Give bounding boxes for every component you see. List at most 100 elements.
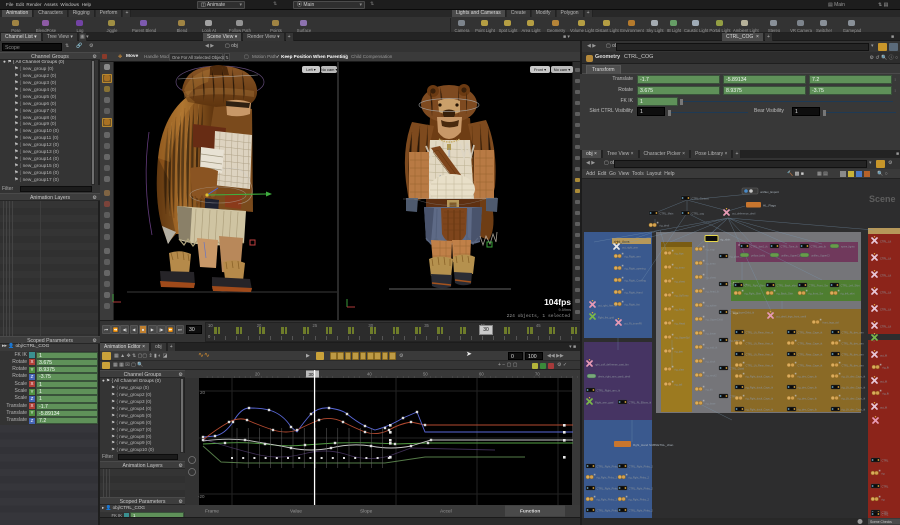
svg-text:CTRL_Left_Skirt: CTRL_Left_Skirt [841,284,860,288]
svg-text:rig_Rght_dock_Caps_ik: rig_Rght_dock_Caps_ik [746,375,774,379]
svg-text:Slope: Slope [360,509,373,515]
svg-text:rig_Rght_Pinky_1: rig_Rght_Pinky_1 [597,476,618,480]
svg-text:rig_Right_fist: rig_Right_fist [625,303,640,307]
svg-text:CTRL_Context: CTRL_Context [692,197,709,201]
svg-text:60: 60 [479,372,484,377]
svg-text:CTRL_Rght_Skirt: CTRL_Rght_Skirt [745,284,766,288]
svg-text:CTRL_cog: CTRL_cog [692,212,705,216]
svg-text:rig_Right_Hand: rig_Right_Hand [625,291,644,295]
svg-text:rig_front_Sw: rig_front_Sw [809,292,824,296]
svg-text:CTRL_Front_Sw: CTRL_Front_Sw [809,284,828,288]
svg-text:rig_Rght_Pinky_2: rig_Rght_Pinky_2 [629,498,650,502]
svg-text:rig_Lft_dev_Caps_ik: rig_Lft_dev_Caps_ik [842,397,866,401]
svg-text:CTRL_Lft_Rear_Arm_ik: CTRL_Lft_Rear_Arm_ik [746,342,774,346]
svg-text:CTRL_Lft: CTRL_Lft [880,240,891,244]
svg-text:rig_Right_opening: rig_Right_opening [625,267,647,271]
svg-text:Right_arm_goal: Right_arm_goal [595,401,614,405]
svg-text:rig_Head: rig_Head [675,322,686,326]
svg-text:Scene Checks: Scene Checks [870,520,892,524]
svg-text:CTRL_Rt_dev_arm: CTRL_Rt_dev_arm [842,353,864,357]
svg-text:CTRL_Lft: CTRL_Lft [880,308,891,312]
svg-text:out_lft: out_lft [880,354,887,358]
svg-text:rig_lower: rig_lower [706,332,717,336]
svg-text:CTRL_Rt_dev_arm: CTRL_Rt_dev_arm [842,342,864,346]
svg-text:40: 40 [367,372,372,377]
svg-text:spine_lignts: spine_lignts [841,245,855,249]
svg-text:rig_dock: rig_dock [706,360,717,364]
svg-text:rig_left_skirt: rig_left_skirt [841,292,855,296]
svg-text:rig_Back_Skirt: rig_Back_Skirt [777,292,794,296]
svg-text:rig_lft: rig_lft [883,366,890,370]
svg-text:CTRL_UpperChild_ik: CTRL_UpperChild_ik [730,311,755,315]
svg-text:yellow_belly: yellow_belly [751,254,766,258]
svg-text:CTRL_Lft_Rear_Arm_ik: CTRL_Lft_Rear_Arm_ik [746,331,774,335]
svg-text:CTRL_Lft: CTRL_Lft [880,291,891,295]
svg-text:CTRL_Lft: CTRL_Lft [880,274,891,278]
svg-text:HL_Flags: HL_Flags [763,204,776,208]
svg-text:rig_Rght_dock_Caps_ik: rig_Rght_dock_Caps_ik [746,386,774,390]
svg-text:out_lft: out_lft [880,380,887,384]
svg-text:CTRL: CTRL [882,459,889,463]
svg-text:Function: Function [520,509,540,515]
svg-text:CTRL_Main: CTRL_Main [660,212,674,216]
svg-text:CTRL_lantJ_ik: CTRL_lantJ_ik [751,245,769,249]
svg-text:20: 20 [255,372,260,377]
svg-text:rig_UpTorso: rig_UpTorso [675,294,690,298]
svg-text:rig_Lft_dev_Caps_ik: rig_Lft_dev_Caps_ik [842,386,866,390]
svg-text:rig_Rght_dock_Caps_ik: rig_Rght_dock_Caps_ik [746,397,774,401]
svg-text:CTRL_Right_arm_ik: CTRL_Right_arm_ik [597,389,621,393]
svg-text:rig_dev_Caps_ik: rig_dev_Caps_ik [798,375,818,379]
svg-text:rig_Lft_dev_Caps_ik: rig_Lft_dev_Caps_ik [842,375,866,379]
svg-text:rig_torso: rig_torso [675,266,686,270]
svg-text:Rght_Hand SUBNETGL_chan: Rght_Hand SUBNETGL_chan [633,443,674,447]
svg-text:rig_Right_arm: rig_Right_arm [625,255,641,259]
svg-text:rig_Rght_dock_Caps_ik: rig_Rght_dock_Caps_ik [746,408,774,412]
svg-text:CTRL_Lft: CTRL_Lft [880,257,891,261]
svg-text:Scene: Scene [869,194,896,204]
svg-text:rig_base: rig_base [706,402,717,406]
svg-text:rig_Lft_dev_Caps_ik: rig_Lft_dev_Caps_ik [842,408,866,412]
svg-text:uniflex_UpperCl: uniflex_UpperCl [811,254,830,258]
svg-text:rig_dev_Caps_ik: rig_dev_Caps_ik [798,408,818,412]
svg-text:rig_neck2: rig_neck2 [706,374,718,378]
svg-text:rig_UpperChild: rig_UpperChild [706,318,724,322]
svg-text:out_right_arm: out_right_arm [622,246,638,250]
svg-text:CTRL_Rght_Pinky_1: CTRL_Rght_Pinky_1 [597,465,622,469]
svg-text:rig_hips: rig_hips [675,252,685,256]
svg-text:Frame: Frame [205,509,219,515]
svg-text:CTRL_Rght_Pinky_2: CTRL_Rght_Pinky_2 [629,509,654,513]
svg-text:CTRL_Tone_ik: CTRL_Tone_ik [781,245,799,249]
svg-text:CTRL_Rght_Pinky_2: CTRL_Rght_Pinky_2 [629,487,654,491]
svg-text:rig_chest: rig_chest [706,276,717,280]
svg-text:CTRL_Rear_Cape_ik: CTRL_Rear_Cape_ik [798,331,823,335]
svg-text:CTRL_Rear_Cape_ik: CTRL_Rear_Cape_ik [798,364,823,368]
svg-text:CTRL_Rght_Pinky_1: CTRL_Rght_Pinky_1 [597,509,622,513]
svg-text:front_legs_ctrl: front_legs_ctrl [823,321,840,325]
svg-text:CTRL_Rt_dev_arm: CTRL_Rt_dev_arm [842,364,864,368]
svg-text:rig_jaw: rig_jaw [675,350,683,354]
svg-text:out_lft: out_lft [880,406,887,410]
svg-text:rig_dev_Caps_ik: rig_dev_Caps_ik [798,397,818,401]
svg-text:rght_cuff_deKrenze_cast_bin: rght_cuff_deKrenze_cast_bin [595,363,629,367]
svg-text:rig_lft: rig_lft [883,392,890,396]
svg-text:out_devil_legs_front_verifi: out_devil_legs_front_verifi [776,315,807,319]
svg-text:CTRL_Lft_Rear_Arm_ik: CTRL_Lft_Rear_Arm_ik [746,353,774,357]
svg-text:CTRL_Rt_dev_arm: CTRL_Rt_dev_arm [842,331,864,335]
svg-text:rig_Rght_Skirt: rig_Rght_Skirt [745,292,762,296]
svg-text:rig_Rght_Pinky_2: rig_Rght_Pinky_2 [629,476,650,480]
svg-text:CTRL_Lft_Rear_Arm_ik: CTRL_Lft_Rear_Arm_ik [746,364,774,368]
svg-text:rig_Neck: rig_Neck [675,308,686,312]
svg-text:rig_claw: rig_claw [675,368,685,372]
svg-text:CTRL_Quad: CTRL_Quad [730,367,745,371]
svg-text:devis_right_ann_cardi_devil: devis_right_ann_cardi_devil [598,375,631,379]
svg-text:CTRL: CTRL [882,513,889,517]
svg-text:rig_Rght_Pinky_1: rig_Rght_Pinky_1 [597,498,618,502]
svg-text:CTRL_Rear_Cape_ik: CTRL_Rear_Cape_ik [798,353,823,357]
svg-text:CTRL_Rt_Elbow_ik: CTRL_Rt_Elbow_ik [629,401,652,405]
svg-text:20: 20 [200,390,206,395]
svg-text:CTRL_Rear_Cape_ik: CTRL_Rear_Cape_ik [798,342,823,346]
svg-text:rig_dev_Caps_ik: rig_dev_Caps_ik [798,386,818,390]
svg-text:Value: Value [290,509,302,515]
svg-text:rig_spline: rig_spline [706,304,718,308]
svg-text:CTRL_Rght_Pinky_2: CTRL_Rght_Pinky_2 [629,465,654,469]
